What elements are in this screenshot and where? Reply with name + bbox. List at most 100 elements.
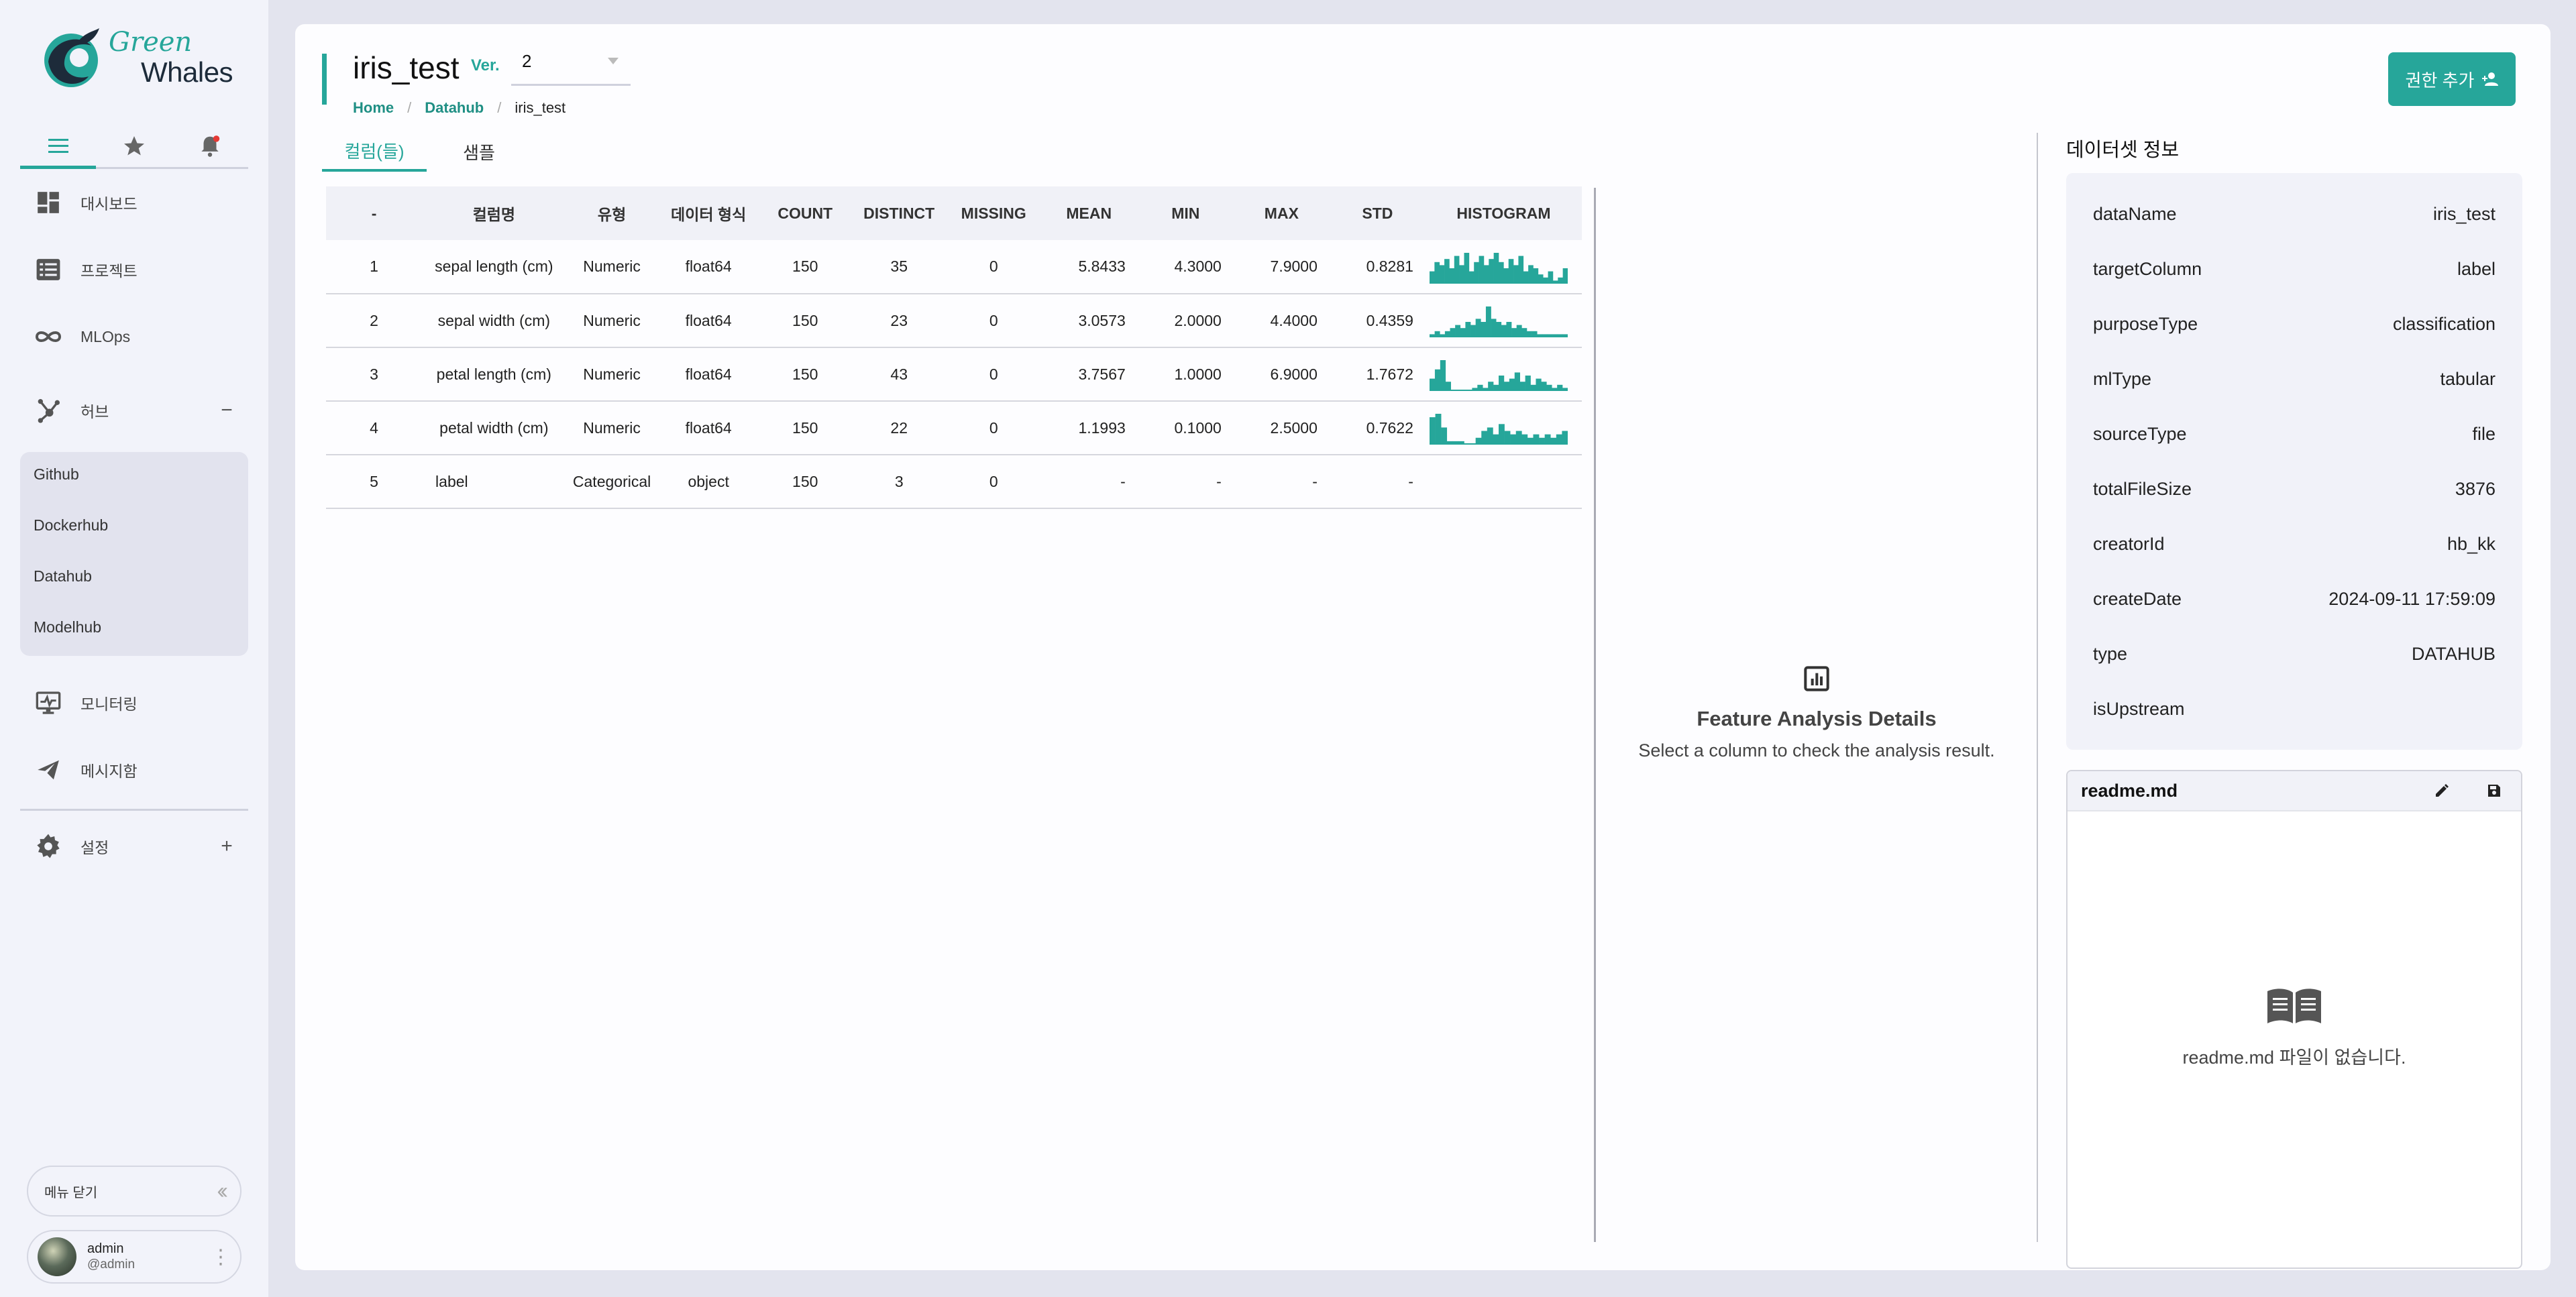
main-panel: iris_test Ver. 2 Home / Datahub / iris_t… xyxy=(295,24,2551,1270)
info-value: classification xyxy=(2392,313,2496,334)
tab-notifications[interactable] xyxy=(172,125,248,167)
col-header-name: 컬럼명 xyxy=(472,206,516,223)
histogram-bar xyxy=(1498,376,1505,391)
histogram-bar xyxy=(1475,319,1481,337)
nav-dashboard[interactable]: 대시보드 xyxy=(32,182,240,223)
gear-icon xyxy=(32,830,64,862)
nav-messages[interactable]: 메시지함 xyxy=(32,750,240,790)
menu-close-button[interactable]: 메뉴 닫기 ‹‹ xyxy=(27,1166,241,1217)
cell-dtype: float64 xyxy=(685,311,732,329)
info-value: 2024-09-11 17:59:09 xyxy=(2328,588,2496,609)
info-key: totalFileSize xyxy=(2093,478,2192,499)
histogram-bar xyxy=(1440,360,1446,391)
cell-missing: 0 xyxy=(989,472,998,490)
tab-menu[interactable] xyxy=(20,125,97,169)
nav-mlops[interactable]: MLOps xyxy=(32,317,240,357)
hub-item-dockerhub[interactable]: Dockerhub xyxy=(34,516,108,534)
tab-favorites[interactable] xyxy=(96,125,172,167)
histogram-bar xyxy=(1498,424,1505,445)
more-vertical-icon[interactable]: ⋮ xyxy=(211,1245,231,1269)
bell-icon xyxy=(201,135,220,157)
hub-item-modelhub[interactable]: Modelhub xyxy=(34,618,101,636)
table-row[interactable]: 1 sepal length (cm) Numeric float64 150 … xyxy=(326,240,1582,294)
info-row: type DATAHUB xyxy=(2093,626,2496,681)
title-accent-bar xyxy=(322,54,327,105)
histogram-bar xyxy=(1525,376,1531,391)
histogram-bar xyxy=(1562,268,1568,284)
cell-histogram xyxy=(1426,294,1582,347)
histogram-bar xyxy=(1521,328,1527,337)
breadcrumb-home[interactable]: Home xyxy=(353,99,394,117)
col-header-max: MAX xyxy=(1264,204,1299,222)
cell-distinct: 3 xyxy=(894,472,904,490)
cell-type: Numeric xyxy=(583,418,641,437)
histogram-bar xyxy=(1464,252,1470,284)
nav-monitoring[interactable]: 모니터링 xyxy=(32,683,240,723)
info-row: mlType tabular xyxy=(2093,351,2496,406)
info-value: tabular xyxy=(2440,368,2496,389)
version-label: Ver. xyxy=(471,56,500,74)
histogram-bar xyxy=(1518,256,1524,284)
nav-settings[interactable]: 설정 + xyxy=(32,826,240,866)
readme-title: readme.md xyxy=(2081,780,2178,801)
histogram-bar xyxy=(1444,258,1450,284)
table-row[interactable]: 5 label Categorical object 150 3 0 - - -… xyxy=(326,455,1582,508)
cell-max: 4.4000 xyxy=(1270,311,1318,329)
user-profile[interactable]: admin @admin ⋮ xyxy=(27,1230,241,1284)
table-row[interactable]: 3 petal length (cm) Numeric float64 150 … xyxy=(326,347,1582,401)
info-row: targetColumn label xyxy=(2093,241,2496,296)
nav-hub[interactable]: 허브 − xyxy=(32,390,240,431)
cell-mean: 3.7567 xyxy=(1078,365,1126,383)
book-icon xyxy=(2267,989,2321,1023)
collapse-icon[interactable]: − xyxy=(213,399,240,422)
histogram-bar xyxy=(1460,328,1466,337)
col-header-missing: MISSING xyxy=(961,204,1026,222)
histogram-bar xyxy=(1459,264,1464,284)
user-handle: @admin xyxy=(87,1257,136,1272)
version-select[interactable]: 2 xyxy=(511,44,631,86)
histogram-bar xyxy=(1548,271,1554,284)
nav-projects[interactable]: 프로젝트 xyxy=(32,249,240,290)
info-key: isUpstream xyxy=(2093,698,2185,719)
hub-item-datahub[interactable]: Datahub xyxy=(34,567,92,585)
green-whales-logo[interactable]: Green Whales xyxy=(42,27,236,94)
whale-logo-icon xyxy=(44,28,99,87)
nav-messages-label: 메시지함 xyxy=(80,763,138,780)
cell-missing: 0 xyxy=(989,258,998,275)
table-row[interactable]: 4 petal width (cm) Numeric float64 150 2… xyxy=(326,401,1582,455)
tab-columns[interactable]: 컬럼(들) xyxy=(322,131,427,172)
cell-index: 5 xyxy=(370,472,378,490)
histogram-bar xyxy=(1541,382,1547,391)
cell-mean: 3.0573 xyxy=(1078,311,1126,329)
cell-max: 2.5000 xyxy=(1270,418,1318,437)
save-icon[interactable] xyxy=(2481,777,2508,804)
monitor-icon xyxy=(32,687,64,719)
hub-item-github[interactable]: Github xyxy=(34,465,79,484)
cell-distinct: 22 xyxy=(890,418,908,437)
histogram-bar xyxy=(1481,431,1488,445)
add-person-icon xyxy=(2482,72,2499,86)
histogram-bar xyxy=(1493,434,1499,445)
histogram-bar xyxy=(1483,264,1489,284)
histogram-bar xyxy=(1533,434,1540,445)
info-row: sourceType file xyxy=(2093,406,2496,461)
edit-icon[interactable] xyxy=(2428,777,2455,804)
table-row[interactable]: 2 sepal width (cm) Numeric float64 150 2… xyxy=(326,294,1582,347)
info-row: purposeType classification xyxy=(2093,296,2496,351)
tab-sample[interactable]: 샘플 xyxy=(427,131,531,172)
avatar xyxy=(38,1237,76,1276)
add-permission-button[interactable]: 권한 추가 xyxy=(2388,52,2516,106)
hub-submenu: Github Dockerhub Datahub Modelhub xyxy=(20,452,248,656)
histogram-bar xyxy=(1533,268,1539,284)
panel-divider xyxy=(1594,188,1596,1242)
info-value: iris_test xyxy=(2432,203,2496,224)
histogram-bar xyxy=(1465,322,1471,337)
readme-empty-message: readme.md 파일이 없습니다. xyxy=(2182,1048,2406,1068)
nav-monitoring-label: 모니터링 xyxy=(80,695,138,713)
histogram-bar xyxy=(1556,434,1562,445)
breadcrumb-datahub[interactable]: Datahub xyxy=(425,99,484,117)
sidebar: Green Whales 대시보드 프로젝트 MLOps 허브 − Github… xyxy=(0,0,268,1297)
cell-type: Numeric xyxy=(583,311,641,329)
histogram-chart xyxy=(1429,252,1568,284)
expand-icon[interactable]: + xyxy=(213,835,240,858)
